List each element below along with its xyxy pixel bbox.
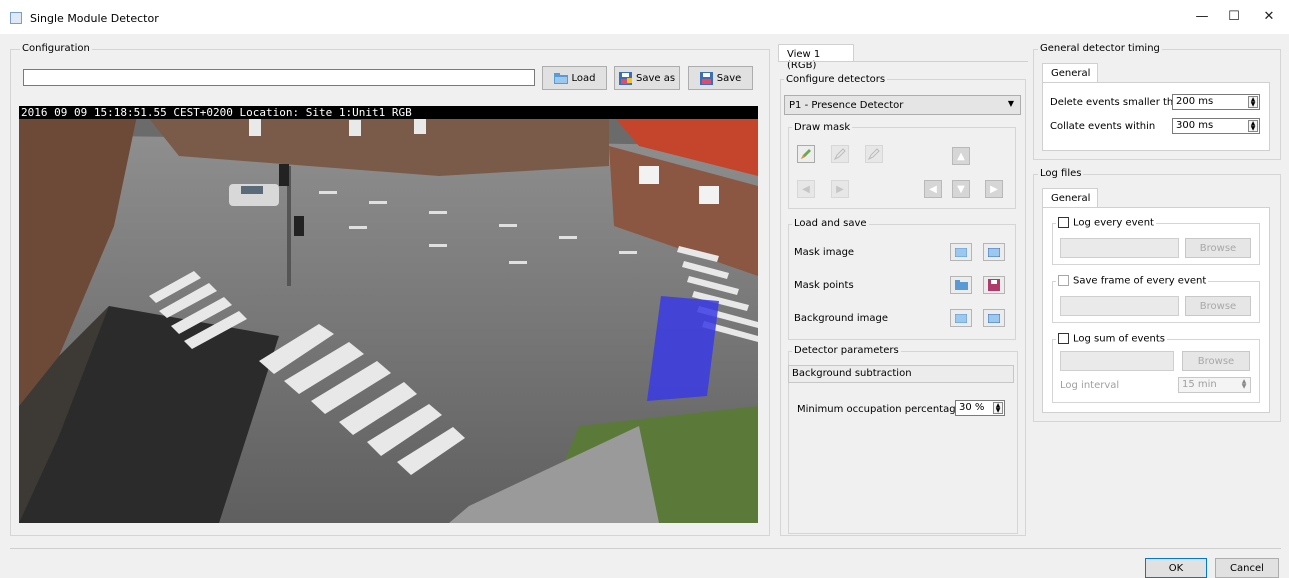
window-title: Single Module Detector [30,12,159,25]
spin-arrows-icon[interactable]: ▲ ▼ [993,402,1003,414]
browse-log-sum-button[interactable]: Browse [1182,351,1250,371]
save-frame-label: Save frame of every event [1073,275,1207,287]
video-timestamp-overlay: 2016 09 09 15:18:51.55 CEST+0200 Locatio… [21,106,412,119]
load-background-image-icon[interactable] [950,309,972,327]
log-every-event-path[interactable] [1060,238,1179,258]
arrow-down-icon[interactable]: ▼ [952,180,970,198]
delete-events-label: Delete events smaller than [1050,97,1186,108]
delete-events-value: 200 ms [1176,96,1214,107]
min-occupation-spinbox[interactable]: 30 % ▲ ▼ [955,400,1005,416]
checkbox-icon [1058,275,1069,286]
browse-save-frame-button[interactable]: Browse [1185,296,1251,316]
checkbox-icon [1058,217,1069,228]
log-interval-label: Log interval [1060,380,1120,391]
arrow-right-small-icon[interactable]: ▶ [831,180,849,198]
camera-view[interactable]: 2016 09 09 15:18:51.55 CEST+0200 Locatio… [19,106,758,523]
log-interval-spinbox[interactable]: 15 min ▲ ▼ [1178,377,1251,393]
minimize-button[interactable]: — [1192,8,1212,26]
spin-arrows-icon[interactable]: ▲ ▼ [1239,379,1249,391]
configuration-path-input[interactable] [23,69,535,86]
save-icon [699,71,713,85]
ok-button[interactable]: OK [1145,558,1207,578]
close-button[interactable]: ✕ [1259,8,1279,26]
log-sum-label: Log sum of events [1073,333,1166,345]
mask-points-label: Mask points [794,280,854,291]
timing-title: General detector timing [1038,43,1162,54]
configure-detectors-label: Configure detectors [784,74,888,85]
log-interval-value: 15 min [1182,379,1217,390]
detector-parameters-label: Detector parameters [792,345,901,356]
save-background-image-icon[interactable] [983,309,1005,327]
chevron-down-icon: ▼ [1007,99,1014,108]
checkbox-icon [1058,333,1069,344]
configuration-label: Configuration [20,43,92,54]
mask-image-label: Mask image [794,247,855,258]
log-sum-checkbox[interactable]: Log sum of events [1056,333,1168,345]
tab-underline [778,61,1028,62]
log-tab-general[interactable]: General [1042,188,1098,208]
min-occupation-value: 30 % [959,402,985,413]
pencil-add-icon[interactable] [831,145,849,163]
save-as-icon [618,71,632,85]
maximize-button[interactable]: ☐ [1224,8,1244,26]
camera-image [19,106,758,523]
save-frame-path[interactable] [1060,296,1179,316]
min-occupation-label: Minimum occupation percentage [797,404,962,415]
save-as-button[interactable]: Save as [614,66,680,90]
log-sum-group [1052,339,1260,403]
footer-divider [10,548,1281,549]
app-icon [10,12,22,24]
save-mask-image-icon[interactable] [983,243,1005,261]
log-every-event-checkbox[interactable]: Log every event [1056,217,1156,229]
browse-log-every-event-button[interactable]: Browse [1185,238,1251,258]
collate-events-label: Collate events within [1050,121,1156,132]
spin-arrows-icon[interactable]: ▲ ▼ [1248,120,1258,132]
background-subtraction-header[interactable]: Background subtraction [788,365,1014,383]
timing-panel [1042,82,1270,151]
load-mask-points-folder-icon[interactable] [950,276,972,294]
tab-view-1[interactable]: View 1 (RGB) [778,44,854,71]
log-sum-path[interactable] [1060,351,1174,371]
pencil-icon[interactable] [797,145,815,163]
arrow-right-icon[interactable]: ▶ [985,180,1003,198]
timing-tab-general[interactable]: General [1042,63,1098,83]
save-as-label: Save as [635,72,676,84]
folder-icon [553,72,568,84]
collate-events-spinbox[interactable]: 300 ms ▲ ▼ [1172,118,1260,134]
arrow-up-icon[interactable]: ▲ [952,147,970,165]
save-frame-checkbox[interactable]: Save frame of every event [1056,275,1209,287]
load-label: Load [571,72,596,84]
log-files-title: Log files [1038,168,1084,179]
detector-select-value: P1 - Presence Detector [789,100,904,111]
log-every-event-label: Log every event [1073,217,1154,229]
background-image-label: Background image [794,313,888,324]
title-bar [0,0,1289,34]
delete-events-spinbox[interactable]: 200 ms ▲ ▼ [1172,94,1260,110]
draw-mask-label: Draw mask [792,122,853,133]
arrow-left-icon[interactable]: ◀ [924,180,942,198]
spin-arrows-icon[interactable]: ▲ ▼ [1248,96,1258,108]
save-button[interactable]: Save [688,66,753,90]
load-mask-image-icon[interactable] [950,243,972,261]
load-and-save-label: Load and save [792,218,869,229]
collate-events-value: 300 ms [1176,120,1214,131]
pencil-remove-icon[interactable] [865,145,883,163]
draw-mask-group [788,127,1016,209]
cancel-button[interactable]: Cancel [1215,558,1279,578]
load-button[interactable]: Load [542,66,607,90]
save-mask-points-icon[interactable] [983,276,1005,294]
detector-select[interactable]: P1 - Presence Detector ▼ [784,95,1021,115]
arrow-left-small-icon[interactable]: ◀ [797,180,815,198]
save-label: Save [716,72,742,84]
